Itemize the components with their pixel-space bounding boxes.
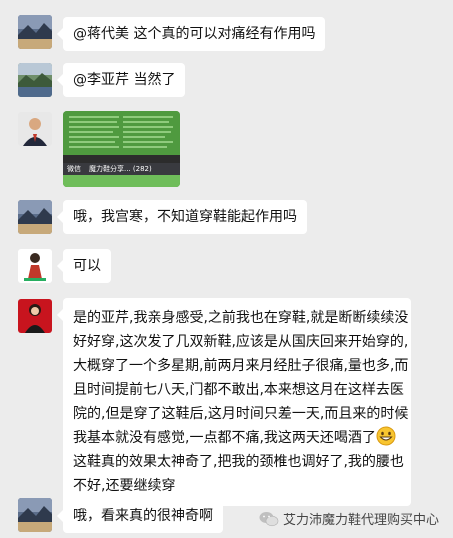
message-line: 好好穿,这次发了几双新鞋,应该是从国庆回来开始穿的, xyxy=(73,334,409,350)
man-in-suit-avatar-icon xyxy=(18,112,52,146)
message-bubble[interactable]: @李亚芹 当然了 xyxy=(56,63,186,97)
mountain-lake-avatar-icon xyxy=(18,15,52,49)
avatar[interactable] xyxy=(18,63,52,97)
message-line: 是的亚芹,我亲身感受,之前我也在穿鞋,就是断断续续没 xyxy=(73,310,409,326)
message-bubble[interactable]: 哦，我宫寒，不知道穿鞋能起作用吗 xyxy=(57,200,307,234)
message-text: 哦，我宫寒，不知道穿鞋能起作用吗 xyxy=(73,209,297,225)
message-text: @蒋代美 这个真的可以对痛经有作用吗 xyxy=(73,26,316,42)
message-bubble[interactable]: 可以 xyxy=(57,249,111,283)
message-text: 哦，看来真的很神奇啊 xyxy=(73,508,213,524)
woman-red-background-avatar-icon xyxy=(18,299,52,333)
watermark: 艾力沛魔力鞋代理购买中心 xyxy=(259,509,439,528)
mountain-lake-avatar-icon xyxy=(18,498,52,532)
message-line-with-emoji: 我基本就没有感觉,一点都不痛,我这两天还喝酒了 xyxy=(73,426,401,450)
message-bubble[interactable]: 哦，看来真的很神奇啊 xyxy=(57,499,223,533)
watermark-text: 艾力沛魔力鞋代理购买中心 xyxy=(282,513,439,528)
avatar[interactable] xyxy=(18,498,52,532)
message-line: 且时间提前七八天,门都不敢出,本来想这月在这样去医 xyxy=(73,382,404,398)
avatar[interactable] xyxy=(18,15,52,49)
image-message[interactable]: 微信 魔力鞋分享... (282) xyxy=(63,111,180,187)
message-line: 院的,但是穿了这鞋后,这月时间只差一天,而且来的时候 xyxy=(73,406,409,422)
message-line: 不好,还要继续穿 xyxy=(73,478,176,494)
chat-screenshot-thumbnail xyxy=(63,111,180,187)
mountain-lake-avatar-icon xyxy=(18,200,52,234)
message-line: 这鞋真的效果太神奇了,把我的颈椎也调好了,我的腰也 xyxy=(73,454,404,470)
avatar[interactable] xyxy=(18,200,52,234)
message-text: 可以 xyxy=(73,258,101,274)
avatar[interactable] xyxy=(18,299,52,333)
wechat-icon xyxy=(259,511,279,526)
message-text: @李亚芹 当然了 xyxy=(73,72,176,88)
message-line: 我基本就没有感觉,一点都不痛,我这两天还喝酒了 xyxy=(73,430,376,446)
avatar[interactable] xyxy=(18,112,52,146)
grinning-emoji-icon xyxy=(376,426,396,446)
message-bubble[interactable]: @蒋代美 这个真的可以对痛经有作用吗 xyxy=(56,17,326,51)
avatar[interactable] xyxy=(18,249,52,283)
message-bubble[interactable]: 是的亚芹,我亲身感受,之前我也在穿鞋,就是断断续续没 好好穿,这次发了几双新鞋,… xyxy=(57,298,411,506)
image-caption: 魔力鞋分享... (282) xyxy=(89,165,152,173)
woman-figure-avatar-icon xyxy=(18,249,52,283)
message-line: 大概穿了一个多星期,前两月来月经肚子很痛,量也多,而 xyxy=(73,358,409,374)
mountain-lake-avatar-icon xyxy=(18,63,52,97)
image-back-label: 微信 xyxy=(67,165,81,173)
